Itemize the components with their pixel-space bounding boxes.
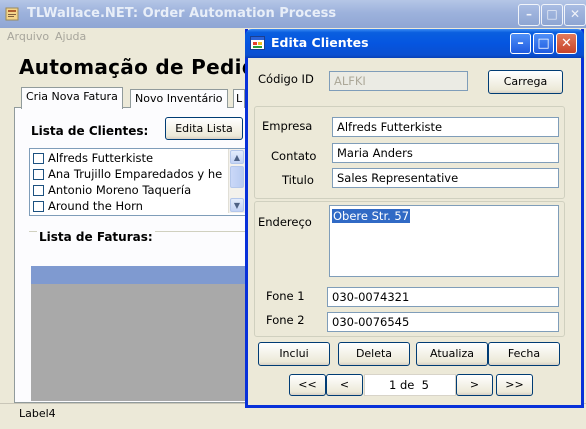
titulo-field[interactable]: Sales Representative <box>332 168 559 188</box>
inclui-button[interactable]: Inclui <box>258 342 330 366</box>
fone2-field[interactable]: 030-0076545 <box>327 312 559 332</box>
tab-novo-inventario[interactable]: Novo Inventário <box>130 89 228 108</box>
dialog-minimize-button[interactable]: – <box>510 33 531 54</box>
codigo-field: ALFKI <box>329 71 468 91</box>
codigo-label: Código ID <box>258 72 314 86</box>
endereco-label: Endereço <box>258 215 312 229</box>
first-record-button[interactable]: << <box>289 374 326 396</box>
fone1-field[interactable]: 030-0074321 <box>327 287 559 307</box>
record-position-text: 1 de 5 <box>389 378 429 392</box>
deleta-button[interactable]: Deleta <box>338 342 410 366</box>
checkbox[interactable] <box>33 201 44 212</box>
close-icon: ✕ <box>569 7 581 21</box>
checkbox[interactable] <box>33 153 44 164</box>
maximize-icon: □ <box>537 36 550 51</box>
tab-cria-nova-fatura[interactable]: Cria Nova Fatura <box>21 87 123 109</box>
app-icon <box>5 7 19 21</box>
load-button[interactable]: Carrega <box>488 70 563 94</box>
next-record-button[interactable]: > <box>456 374 493 396</box>
dialog-title: Edita Clientes <box>271 35 369 50</box>
empresa-label: Empresa <box>262 119 313 133</box>
checkbox[interactable] <box>33 185 44 196</box>
minimize-icon: – <box>526 7 532 21</box>
main-window-title: TLWallace.NET: Order Automation Process <box>27 6 337 21</box>
fone1-label: Fone 1 <box>266 289 305 303</box>
edit-list-button[interactable]: Edita Lista <box>165 117 243 140</box>
last-record-button[interactable]: >> <box>496 374 533 396</box>
form-icon <box>250 36 265 50</box>
maximize-icon: □ <box>546 7 558 21</box>
menu-arquivo[interactable]: Arquivo <box>7 30 49 43</box>
fone2-label: Fone 2 <box>266 313 305 327</box>
page-title: Automação de Pedido <box>19 55 271 79</box>
status-label: Label4 <box>19 407 56 420</box>
invoices-grid-header <box>31 266 264 284</box>
scroll-down-icon[interactable]: ▼ <box>230 198 244 212</box>
contato-field[interactable]: Maria Anders <box>332 143 559 163</box>
menu-ajuda[interactable]: Ajuda <box>55 30 86 43</box>
scroll-up-icon[interactable]: ▲ <box>230 150 244 164</box>
clients-checklist[interactable]: Alfreds Futterkiste Ana Trujillo Empared… <box>29 148 247 216</box>
titulo-label: Titulo <box>282 173 314 187</box>
dialog-close-button[interactable]: ✕ <box>556 33 577 54</box>
main-close-button[interactable]: ✕ <box>564 4 586 26</box>
endereco-selected-text: Obere Str. 57 <box>332 209 411 223</box>
minimize-icon: – <box>517 36 524 51</box>
atualiza-button[interactable]: Atualiza <box>416 342 488 366</box>
close-icon: ✕ <box>561 36 572 51</box>
fecha-button[interactable]: Fecha <box>488 342 560 366</box>
checkbox[interactable] <box>33 169 44 180</box>
dialog-maximize-button[interactable]: □ <box>533 33 554 54</box>
previous-record-button[interactable]: < <box>326 374 363 396</box>
scroll-thumb[interactable] <box>230 166 244 188</box>
clients-scrollbar[interactable]: ▲ ▼ <box>228 149 245 213</box>
main-minimize-button[interactable]: – <box>518 4 540 26</box>
tab-third[interactable]: L <box>233 89 245 108</box>
main-maximize-button[interactable]: □ <box>541 4 563 26</box>
empresa-field[interactable]: Alfreds Futterkiste <box>332 117 559 137</box>
clients-list-label: Lista de Clientes: <box>31 124 149 138</box>
invoices-grid[interactable] <box>31 266 264 401</box>
record-position: 1 de 5 <box>364 374 456 396</box>
invoices-list-label: Lista de Faturas: <box>37 230 155 244</box>
contato-label: Contato <box>271 149 317 163</box>
